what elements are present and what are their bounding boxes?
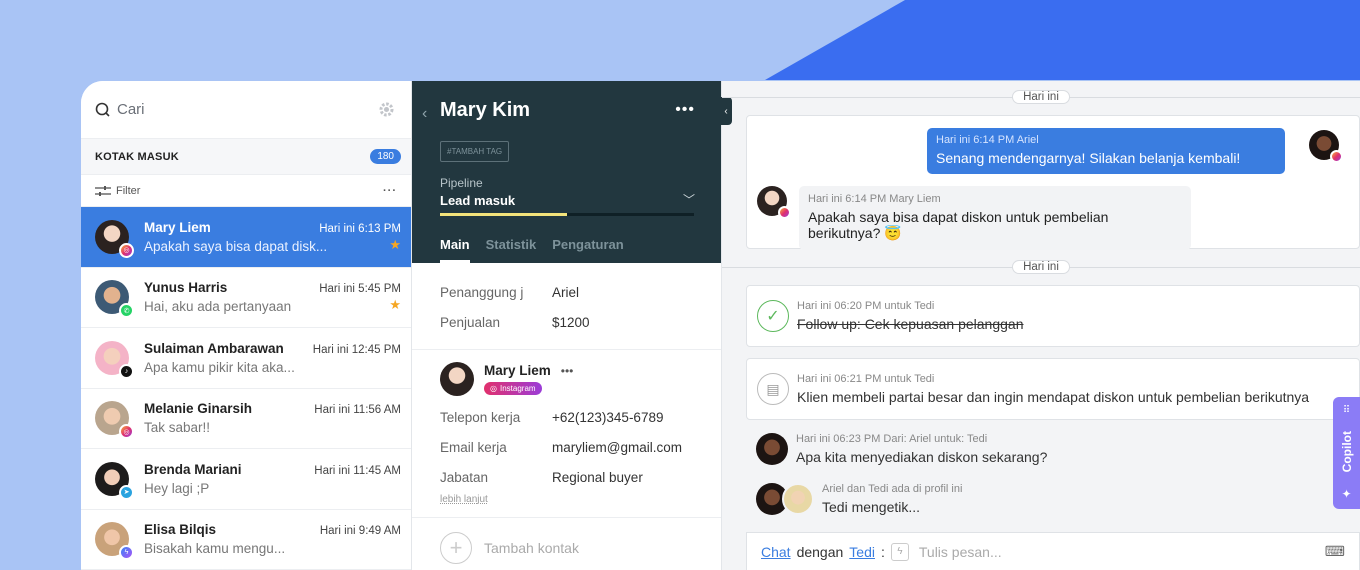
copilot-button[interactable]: ⠿ Copilot ✦ [1333, 397, 1360, 509]
conversation-item[interactable]: ◎ Mary Liem Hari ini 6:13 PM Apakah saya … [81, 207, 411, 268]
field-row: Jabatan Regional buyer [440, 469, 643, 485]
search-bar[interactable]: Cari [81, 81, 411, 139]
whatsapp-icon: ✆ [119, 303, 134, 319]
compose-bar: Chat dengan Tedi : ϟ Tulis pesan... ⌨ [746, 532, 1360, 570]
more-options-icon[interactable]: ··· [383, 185, 397, 197]
day-separator: Hari ini [722, 89, 1360, 105]
internal-message[interactable]: Hari ini 06:23 PM Dari: Ariel untuk: Ted… [756, 433, 1047, 465]
tab-pengaturan[interactable]: Pengaturan [552, 237, 624, 263]
star-icon[interactable]: ★ [389, 237, 401, 253]
tiktok-icon: ♪ [119, 363, 134, 379]
typing-indicator: Ariel dan Tedi ada di profil ini Tedi me… [756, 483, 962, 515]
avatar [1309, 130, 1343, 163]
message-card: Hari ini 6:14 PM Ariel Senang mendengarn… [746, 115, 1360, 250]
conversation-item[interactable]: ϟ Elisa Bilqis Hari ini 9:49 AM Bisakah k… [81, 510, 411, 570]
profile-tabs: Main Statistik Pengaturan [440, 237, 624, 263]
add-tag-button[interactable]: #TAMBAH TAG [440, 141, 510, 162]
more-options-icon[interactable]: ••• [561, 364, 574, 378]
add-contact-button[interactable]: + Tambah kontak [412, 517, 721, 570]
task-card[interactable]: ✓ Hari ini 06:20 PM untuk Tedi Follow up… [746, 285, 1360, 347]
search-icon [95, 102, 110, 117]
conversation-item[interactable]: ◎ Melanie Ginarsih Hari ini 11:56 AM Tak … [81, 389, 411, 449]
document-icon: ▤ [757, 373, 789, 405]
pipeline-progress [440, 213, 694, 216]
plus-icon: + [440, 531, 472, 564]
avatar: ◎ [95, 401, 134, 440]
sparkle-icon: ✦ [1341, 486, 1352, 501]
avatar: ➤ [95, 461, 134, 500]
field-row: Penjualan $1200 [440, 314, 590, 330]
instagram-icon: ◎ [119, 424, 134, 440]
search-input[interactable]: Cari [117, 101, 378, 118]
tab-main[interactable]: Main [440, 237, 470, 263]
telegram-icon: ➤ [119, 484, 134, 500]
instagram-icon [1330, 150, 1343, 163]
pipeline-label: Pipeline [440, 176, 483, 190]
contact-name[interactable]: Mary Liem [484, 363, 551, 378]
more-details-link[interactable]: lebih lanjut [440, 494, 693, 505]
tab-statistik[interactable]: Statistik [486, 237, 537, 263]
chevron-down-icon[interactable]: ﹀ [683, 191, 695, 208]
day-separator: Hari ini [722, 259, 1360, 275]
filter-bar[interactable]: Filter ··· [81, 175, 411, 207]
section-title: KOTAK MASUK [95, 150, 179, 163]
contact-card: Mary Liem ◎ Instagram ••• Telepon kerja +6… [412, 349, 721, 505]
note-card[interactable]: ▤ Hari ini 06:21 PM untuk Tedi Klien mem… [746, 358, 1360, 420]
star-icon[interactable]: ★ [389, 297, 401, 313]
avatar [756, 433, 788, 465]
incoming-message[interactable]: Hari ini 6:14 PM Mary Liem Apakah saya b… [799, 186, 1191, 250]
more-options-icon[interactable]: ••• [675, 101, 695, 119]
pipeline-select[interactable]: Lead masuk [440, 193, 515, 208]
inbox-section-header[interactable]: KOTAK MASUK 180 [81, 139, 411, 175]
recipient-link[interactable]: Tedi [849, 544, 875, 560]
instagram-badge: ◎ Instagram [484, 381, 542, 395]
profile-panel: ‹ Mary Kim ••• #TAMBAH TAG Pipeline Lead… [412, 81, 722, 570]
profile-name: Mary Kim [440, 99, 531, 121]
chat-panel: ‹ Hari ini Hari ini 6:14 PM Ariel Senang… [720, 81, 1360, 570]
grip-icon: ⠿ [1342, 405, 1351, 416]
messenger-icon: ϟ [119, 545, 134, 561]
conversation-item[interactable]: ✆ Yunus Harris Hari ini 5:45 PM Hai, aku … [81, 268, 411, 328]
check-circle-icon[interactable]: ✓ [757, 300, 789, 332]
sliders-icon [95, 185, 111, 196]
gear-icon[interactable] [378, 101, 395, 118]
avatar: ✆ [95, 280, 134, 319]
avatar: ♪ [95, 340, 134, 379]
channel-link[interactable]: Chat [761, 544, 791, 560]
outgoing-message[interactable]: Hari ini 6:14 PM Ariel Senang mendengarn… [927, 128, 1285, 174]
field-row: Telepon kerja +62(123)345-6789 [440, 409, 664, 425]
field-row: Email kerja maryliem@gmail.com [440, 439, 682, 455]
filter-label: Filter [116, 184, 141, 197]
conversation-item[interactable]: ➤ Brenda Mariani Hari ini 11:45 AM Hey la… [81, 449, 411, 510]
app-window: Cari KOTAK MASUK 180 Filter ··· ◎ Mary L… [81, 81, 1360, 570]
instagram-icon: ◎ [119, 242, 134, 258]
conversation-item[interactable]: ♪ Sulaiman Ambarawan Hari ini 12:45 PM Ap… [81, 328, 411, 389]
avatar: ϟ [95, 522, 134, 561]
avatar [782, 483, 814, 515]
keyboard-icon[interactable]: ⌨ [1325, 543, 1345, 560]
bolt-icon[interactable]: ϟ [890, 542, 909, 561]
avatar [757, 186, 791, 219]
message-input[interactable]: Tulis pesan... [919, 544, 1319, 560]
instagram-icon: ◎ [490, 383, 497, 393]
avatar [440, 362, 474, 396]
field-row: Penanggung j Ariel [440, 284, 580, 300]
inbox-panel: Cari KOTAK MASUK 180 Filter ··· ◎ Mary L… [81, 81, 412, 570]
inbox-count-badge: 180 [370, 149, 401, 164]
chevron-left-icon[interactable]: ‹ [422, 105, 427, 123]
profile-header: ‹ Mary Kim ••• #TAMBAH TAG Pipeline Lead… [412, 81, 721, 263]
avatar: ◎ [95, 219, 134, 258]
instagram-icon [778, 206, 791, 219]
